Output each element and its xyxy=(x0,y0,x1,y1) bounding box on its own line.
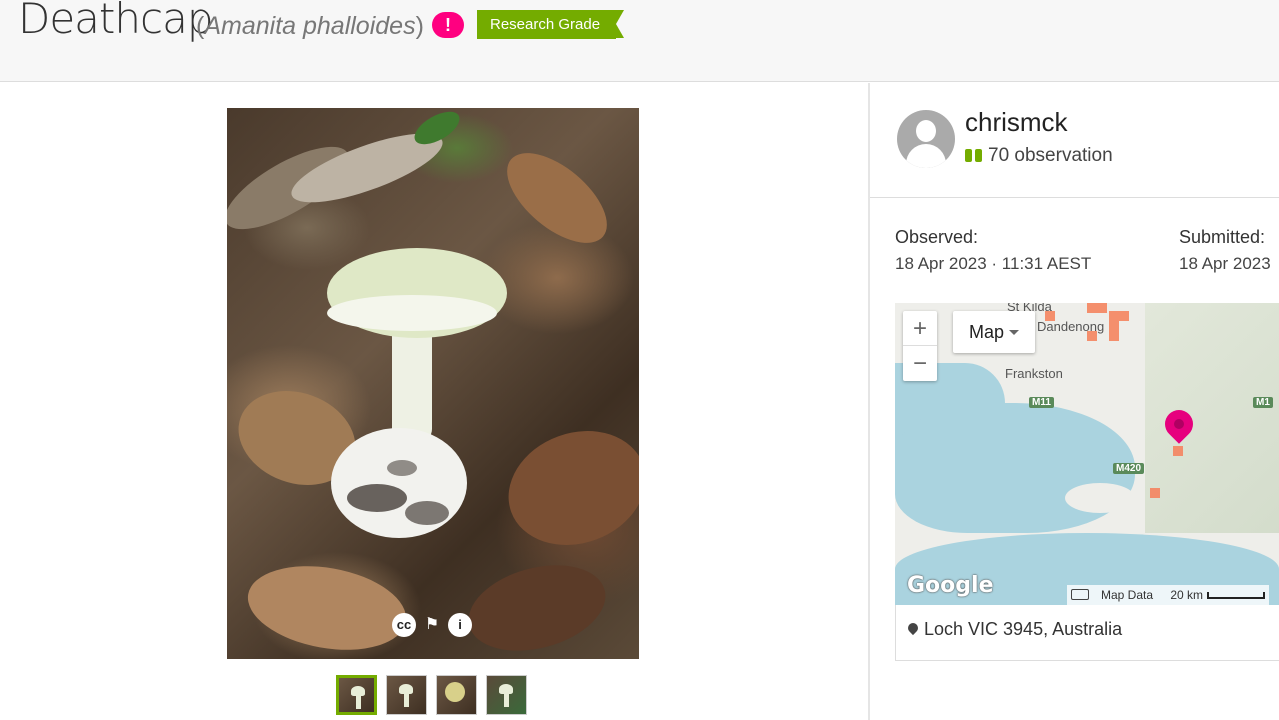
photo-pane: cc ⚑ i xyxy=(0,83,868,720)
quality-grade-badge: Research Grade xyxy=(477,10,625,39)
user-avatar[interactable] xyxy=(897,110,955,168)
map-zoom-control: + − xyxy=(903,311,937,381)
thumbnail[interactable] xyxy=(486,675,527,715)
binoculars-icon xyxy=(965,146,982,162)
photo-actions: cc ⚑ i xyxy=(392,613,472,637)
road-shield: M420 xyxy=(1113,463,1145,474)
map-data-link[interactable]: Map Data xyxy=(1101,588,1153,602)
map-place-label: Frankston xyxy=(1005,366,1063,381)
username-link[interactable]: chrismck xyxy=(965,107,1068,138)
photo-thumbnails xyxy=(336,675,527,715)
road-shield: M11 xyxy=(1029,397,1054,408)
thumbnail[interactable] xyxy=(436,675,477,715)
common-name: Deathcap xyxy=(18,0,213,43)
scientific-name[interactable]: (Amanita phalloides) xyxy=(196,12,424,41)
location-row: Loch VIC 3945, Australia xyxy=(895,605,1279,661)
thumbnail[interactable] xyxy=(336,675,377,715)
submitted-label: Submitted: xyxy=(1179,227,1266,247)
zoom-out-button[interactable]: − xyxy=(903,346,937,381)
keyboard-shortcuts-icon[interactable] xyxy=(1071,589,1089,600)
cc-license-icon[interactable]: cc xyxy=(392,613,416,637)
road-shield: M1 xyxy=(1253,397,1273,408)
info-icon[interactable]: i xyxy=(448,613,472,637)
observed-label: Observed: xyxy=(895,227,979,247)
observer-block: chrismck 70 observation xyxy=(870,83,1279,198)
threatened-alert-icon[interactable]: ! xyxy=(432,12,464,38)
caret-down-icon xyxy=(1009,330,1019,335)
map-type-dropdown[interactable]: Map xyxy=(953,311,1035,353)
observation-map[interactable]: St Kilda Dandenong Frankston M11 M1 M420… xyxy=(895,303,1279,605)
location-text: Loch VIC 3945, Australia xyxy=(924,619,1123,639)
observation-count[interactable]: 70 observation xyxy=(965,145,1113,167)
zoom-in-button[interactable]: + xyxy=(903,311,937,346)
observed-date: 18 Apr 2023 · 11:31 AEST xyxy=(895,254,1092,273)
map-marker-icon xyxy=(908,623,918,636)
thumbnail[interactable] xyxy=(386,675,427,715)
observation-header: Deathcap (Amanita phalloides) ! Research… xyxy=(0,0,1279,82)
scale-bar xyxy=(1207,592,1266,599)
mushroom-illustration xyxy=(227,111,639,651)
google-logo: Google xyxy=(907,573,994,598)
map-scale-label: 20 km xyxy=(1170,588,1204,602)
submitted-date: 18 Apr 2023 xyxy=(1179,254,1271,273)
map-footer: Map Data 20 km xyxy=(1067,585,1270,605)
observation-photo[interactable]: cc ⚑ i xyxy=(227,108,639,659)
flag-icon[interactable]: ⚑ xyxy=(420,613,444,637)
